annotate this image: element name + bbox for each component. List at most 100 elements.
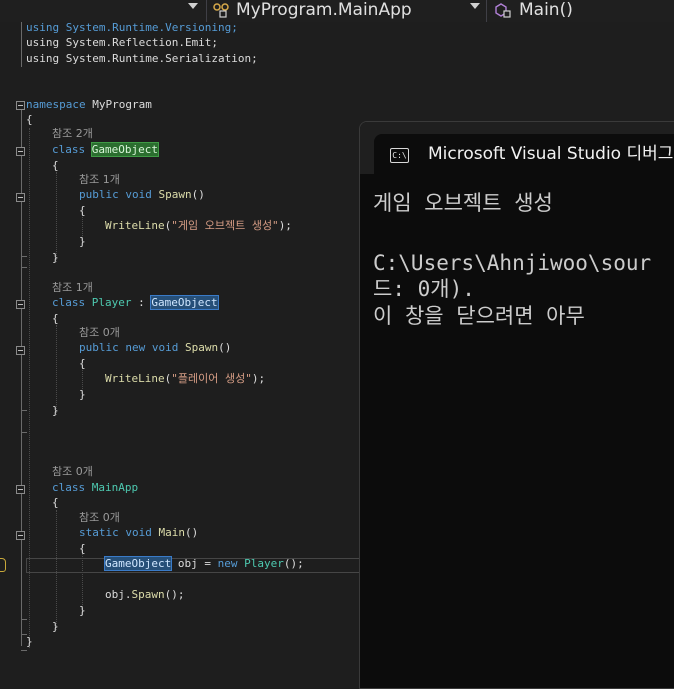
- using-directive: using System.Reflection.Emit;: [26, 36, 219, 49]
- console-title: Microsoft Visual Studio 디버그: [428, 144, 674, 164]
- code-line: {: [52, 158, 59, 173]
- brace: }: [79, 388, 86, 401]
- console-tab[interactable]: C:\ Microsoft Visual Studio 디버그: [374, 134, 674, 174]
- string-literal: "플레이어 생성": [171, 372, 252, 385]
- paren: );: [251, 372, 266, 385]
- outline-guide: [21, 152, 22, 267]
- codelens-references[interactable]: 참조 0개: [79, 510, 120, 525]
- brace: }: [52, 620, 59, 633]
- brace: {: [52, 159, 59, 172]
- codelens-references[interactable]: 참조 2개: [52, 126, 93, 141]
- variable-declaration: obj =: [171, 557, 218, 570]
- outline-guide: [21, 650, 27, 651]
- lightbulb-icon[interactable]: [0, 558, 6, 572]
- collapse-icon[interactable]: [16, 300, 25, 309]
- code-line: }: [79, 234, 86, 249]
- code-line: }: [52, 250, 59, 265]
- method-call: WriteLine: [105, 372, 165, 385]
- constructor-call: Player: [244, 557, 284, 570]
- code-line: static void Main(): [79, 525, 198, 540]
- method-name: Spawn: [184, 341, 219, 354]
- using-directive: using System.Runtime.Versioning;: [26, 21, 238, 34]
- object-reference: obj.: [105, 588, 132, 601]
- outline-guide: [21, 256, 27, 257]
- method-icon: [495, 3, 511, 18]
- code-line: class MainApp: [52, 480, 138, 495]
- indent-guide: [56, 325, 57, 415]
- brace: {: [79, 542, 86, 555]
- parens: (): [218, 341, 232, 354]
- codelens-references[interactable]: 참조 0개: [79, 325, 120, 340]
- outline-guide: [21, 22, 22, 67]
- brace: {: [79, 204, 86, 217]
- base-class-name: GameObject: [150, 295, 219, 310]
- brace: }: [52, 404, 59, 417]
- console-output-line: 이 창을 닫으려면 아무: [373, 304, 585, 328]
- method-name: Main: [158, 526, 185, 539]
- brace: {: [26, 113, 33, 126]
- class-name: MainApp: [91, 481, 139, 494]
- outline-guide: [21, 619, 27, 620]
- collapse-icon[interactable]: [16, 147, 25, 156]
- outline-guide: [21, 267, 27, 268]
- code-line: {: [79, 541, 86, 556]
- paren: ();: [283, 557, 304, 570]
- keyword: namespace: [26, 98, 86, 111]
- keyword: public void: [79, 188, 152, 201]
- code-line: }: [26, 634, 33, 649]
- parens: (): [191, 188, 205, 201]
- console-output-line: 드: 0개).: [373, 277, 475, 301]
- debug-console-window[interactable]: C:\ Microsoft Visual Studio 디버그 게임 오브젝트 …: [359, 121, 674, 689]
- brace: {: [52, 312, 59, 325]
- paren: );: [278, 219, 292, 232]
- method-call: Spawn: [131, 588, 165, 601]
- collapse-icon[interactable]: [16, 531, 25, 540]
- collapse-icon[interactable]: [16, 101, 25, 110]
- terminal-icon: C:\: [390, 148, 409, 163]
- collapse-icon[interactable]: [16, 485, 25, 494]
- member-dropdown[interactable]: Main(): [519, 0, 669, 21]
- code-line: WriteLine("플레이어 생성");: [105, 371, 265, 386]
- brace: {: [52, 496, 59, 509]
- collapse-icon[interactable]: [16, 193, 25, 202]
- chevron-down-icon[interactable]: [470, 3, 480, 9]
- brace: {: [79, 357, 86, 370]
- outline-guide: [21, 410, 27, 411]
- method-name: Spawn: [158, 188, 192, 201]
- code-line: using System.Runtime.Versioning;: [26, 20, 238, 35]
- using-directive: using System.Runtime.Serialization;: [26, 52, 258, 65]
- code-line: public new void Spawn(): [79, 340, 231, 355]
- code-line: public void Spawn(): [79, 187, 205, 202]
- code-line: WriteLine("게임 오브젝트 생성");: [105, 218, 292, 233]
- code-line: }: [52, 619, 59, 634]
- string-literal: "게임 오브젝트 생성": [171, 219, 279, 232]
- class-icon: [213, 3, 229, 18]
- keyword: static void: [79, 526, 152, 539]
- codelens-references[interactable]: 참조 1개: [79, 172, 120, 187]
- keyword: new: [217, 557, 238, 570]
- code-line: {: [52, 311, 59, 326]
- brace: }: [26, 635, 33, 648]
- outline-guide: [21, 432, 27, 433]
- brace: }: [79, 235, 86, 248]
- brace: }: [79, 604, 86, 617]
- keyword: class: [52, 481, 86, 494]
- codelens-references[interactable]: 참조 1개: [52, 280, 93, 295]
- indent-guide: [56, 172, 57, 262]
- code-line: {: [79, 203, 86, 218]
- code-line: namespace MyProgram: [26, 97, 152, 112]
- code-line: {: [26, 112, 33, 127]
- chevron-down-icon[interactable]: [188, 3, 198, 9]
- brace: }: [52, 251, 59, 264]
- console-output-line: 게임 오브젝트 생성: [373, 191, 553, 215]
- keyword: class: [52, 143, 86, 156]
- code-line: }: [52, 403, 59, 418]
- collapse-icon[interactable]: [16, 346, 25, 355]
- class-dropdown[interactable]: MyProgram.MainApp: [236, 0, 476, 21]
- code-line: obj.Spawn();: [105, 587, 185, 602]
- code-line: class GameObject: [52, 142, 159, 157]
- codelens-references[interactable]: 참조 0개: [52, 464, 93, 479]
- keyword: class: [52, 296, 86, 309]
- class-name: GameObject: [90, 142, 159, 157]
- method-call: WriteLine: [105, 219, 165, 232]
